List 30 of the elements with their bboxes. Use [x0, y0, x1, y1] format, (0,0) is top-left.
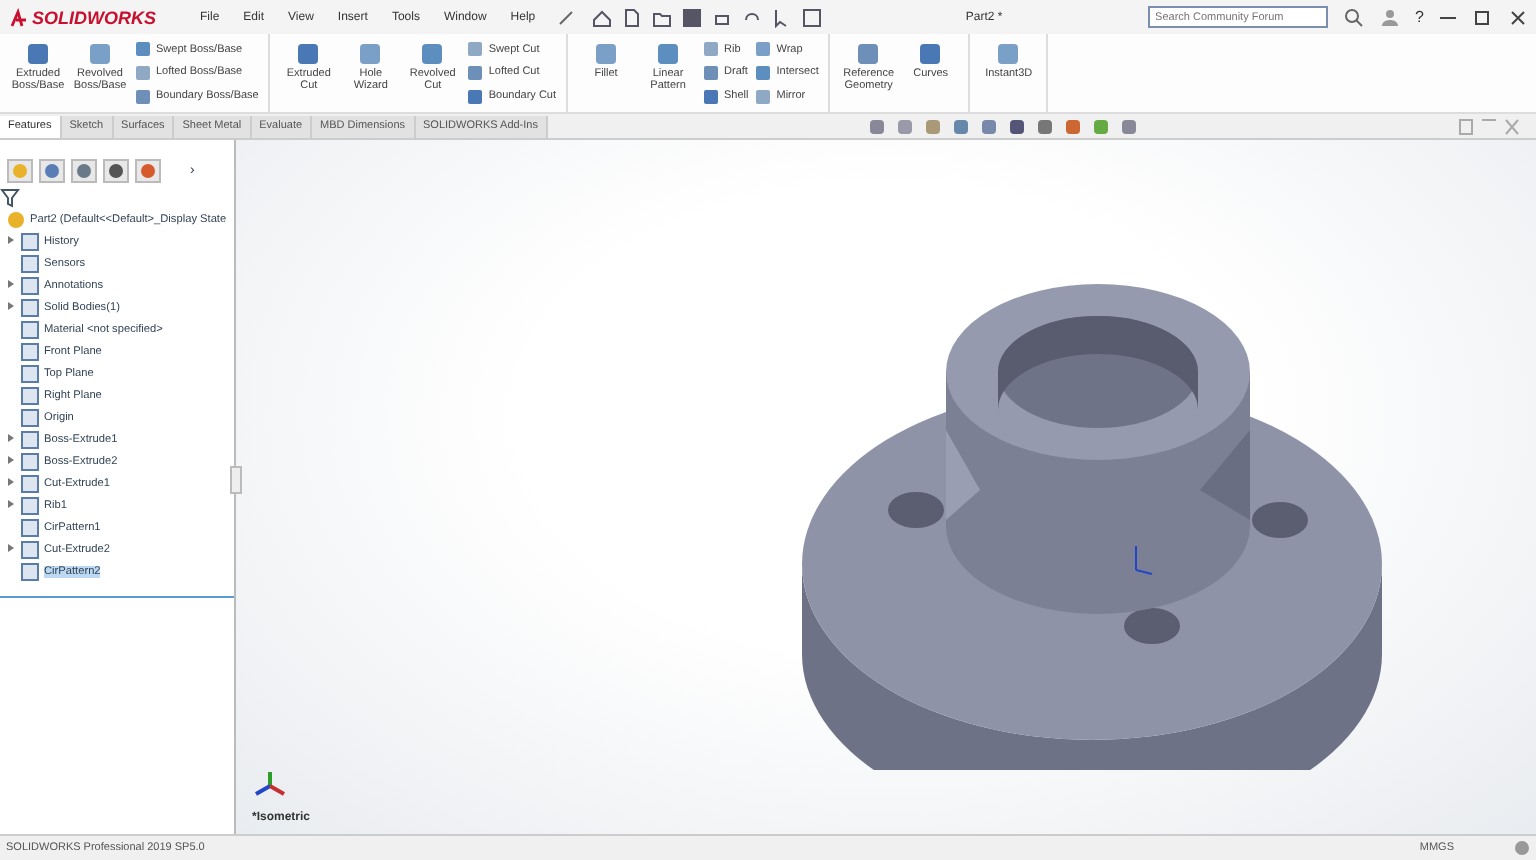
app-logo: SOLIDWORKS	[8, 7, 156, 27]
close-icon	[1504, 117, 1520, 135]
feature-icon	[26, 42, 50, 66]
feature-icon	[296, 42, 321, 66]
minimize-icon	[1440, 15, 1456, 19]
feature-icon	[996, 42, 1021, 66]
pin-icon	[555, 7, 576, 27]
save-icon	[681, 7, 702, 27]
filter-icon	[0, 188, 20, 208]
feature-icon	[420, 42, 445, 66]
feature-icon	[88, 42, 112, 66]
new-document-icon	[621, 7, 642, 27]
logo-icon	[8, 7, 28, 27]
search-icon	[1343, 7, 1364, 27]
user-icon	[1379, 7, 1400, 27]
minimize-icon	[1482, 117, 1496, 121]
open-folder-icon	[651, 7, 672, 27]
panel-collapse-handle[interactable]	[230, 466, 242, 494]
axis-triad-icon	[252, 768, 288, 798]
tile-icon	[1458, 117, 1474, 135]
feature-icon	[656, 42, 681, 66]
home-icon	[591, 7, 612, 27]
feature-icon	[358, 42, 383, 66]
restore-icon	[1472, 7, 1492, 27]
feature-icon	[856, 42, 881, 66]
help-button[interactable]: ?	[1415, 8, 1424, 26]
feature-icon	[918, 42, 943, 66]
close-icon	[1508, 7, 1528, 27]
feature-icon	[594, 42, 619, 66]
part-icon	[6, 209, 26, 229]
